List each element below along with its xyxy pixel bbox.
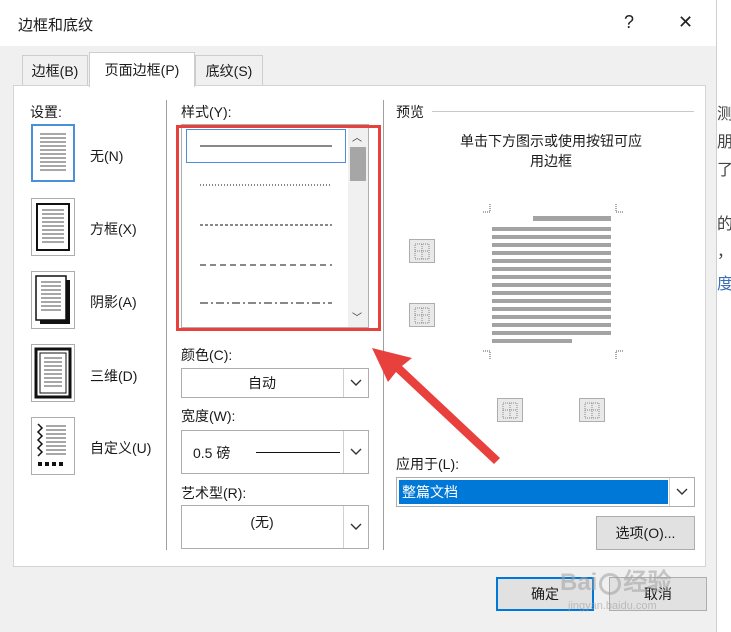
width-label: 宽度(W): xyxy=(181,408,236,424)
color-label: 颜色(C): xyxy=(181,347,233,363)
chevron-down-icon[interactable] xyxy=(669,478,694,506)
color-value: 自动 xyxy=(248,375,276,391)
top-border-toggle-icon[interactable] xyxy=(409,239,435,263)
setting-box-label[interactable]: 方框(X) xyxy=(90,219,137,239)
highlight-box xyxy=(176,125,381,331)
art-label: 艺术型(R): xyxy=(181,485,247,501)
setting-none-label[interactable]: 无(N) xyxy=(90,146,123,166)
none-setting-icon[interactable] xyxy=(31,124,75,182)
preview-heading-rule xyxy=(432,111,694,112)
shadow-setting-icon[interactable] xyxy=(31,271,75,329)
apply-to-combo[interactable]: 整篇文档 xyxy=(396,477,695,507)
setting-shadow-label[interactable]: 阴影(A) xyxy=(90,292,137,312)
column-divider-right xyxy=(383,100,384,550)
bg-text-2: 朋， xyxy=(717,134,731,151)
bottom-border-toggle-icon[interactable] xyxy=(409,303,435,327)
chevron-down-icon[interactable] xyxy=(343,506,368,548)
width-value: 0.5 磅 xyxy=(193,445,231,461)
3d-setting-icon[interactable] xyxy=(31,344,75,402)
preview-heading: 预览 xyxy=(396,104,424,120)
right-border-toggle-icon[interactable] xyxy=(579,398,605,422)
art-combo[interactable]: (无) xyxy=(181,505,369,549)
bg-text-3: 了 xyxy=(717,162,731,179)
color-combo[interactable]: 自动 xyxy=(181,368,369,398)
style-label: 样式(Y): xyxy=(181,104,232,120)
tab-borders[interactable]: 边框(B) xyxy=(22,55,88,86)
setting-custom-label[interactable]: 自定义(U) xyxy=(90,438,151,458)
bg-text-1: 测 xyxy=(717,106,731,123)
width-combo[interactable]: 0.5 磅 xyxy=(181,430,369,474)
watermark-part-2: 经验 xyxy=(623,569,672,596)
help-button[interactable]: ? xyxy=(624,12,634,33)
setting-3d-label[interactable]: 三维(D) xyxy=(90,366,137,386)
watermark-paw-icon xyxy=(599,572,622,595)
annotation-arrow xyxy=(372,348,500,464)
bg-text-4: 的 xyxy=(717,216,731,233)
borders-and-shading-dialog: 边框和底纹 ? ✕ 边框(B) 页面边框(P) 底纹(S) 设置: 无(N) 方… xyxy=(0,0,717,632)
close-button[interactable]: ✕ xyxy=(678,12,693,33)
tab-page-border[interactable]: 页面边框(P) xyxy=(89,52,195,87)
watermark-part-1: Bai xyxy=(560,569,598,596)
title-bar: 边框和底纹 ? ✕ xyxy=(0,0,716,46)
art-value: (无) xyxy=(250,514,274,530)
preview-hint-line2: 用边框 xyxy=(530,153,572,169)
width-line-sample xyxy=(256,452,340,453)
bg-text-5: ， xyxy=(717,238,731,262)
preview-hint-line1: 单击下方图示或使用按钮可应 xyxy=(460,133,642,149)
background-document: 测 朋， 了 的 ， 度 xyxy=(717,0,731,632)
bg-text-6: 度 xyxy=(717,276,731,293)
custom-setting-icon[interactable] xyxy=(31,417,75,475)
settings-heading: 设置: xyxy=(30,104,62,120)
dialog-title: 边框和底纹 xyxy=(18,17,94,34)
box-setting-icon[interactable] xyxy=(31,198,75,256)
tab-shading[interactable]: 底纹(S) xyxy=(195,55,263,86)
watermark-url: jingyan.baidu.com xyxy=(568,600,657,612)
column-divider-left xyxy=(166,100,167,550)
watermark-text: Bai 经验 xyxy=(560,562,671,597)
options-button[interactable]: 选项(O)... xyxy=(596,516,695,550)
apply-to-value: 整篇文档 xyxy=(399,480,668,504)
